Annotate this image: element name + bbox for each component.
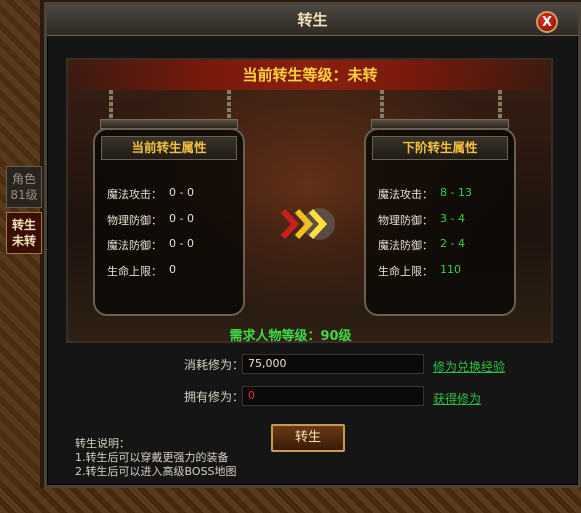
stat-label: 魔法攻击： xyxy=(378,188,433,201)
cost-value-field: 75,000 xyxy=(242,354,424,374)
next-attributes-panel: 下阶转生属性 魔法攻击： 8 - 13 物理防御： 3 - 4 魔法防御： 2 … xyxy=(364,128,516,316)
tab-character-level: 81级 xyxy=(10,188,38,202)
stat-row: 魔法攻击： 8 - 13 xyxy=(378,186,472,202)
rebirth-button[interactable]: 转生 xyxy=(271,424,345,452)
current-rebirth-level-banner: 当前转生等级：未转 xyxy=(70,60,550,90)
stat-value: 0 - 0 xyxy=(169,186,194,199)
tab-character[interactable]: 角色 81级 xyxy=(6,166,42,208)
stat-value: 8 - 13 xyxy=(440,186,472,199)
stat-row: 魔法攻击： 0 - 0 xyxy=(107,186,194,202)
game-world-background-bottom xyxy=(0,488,581,513)
close-button[interactable]: X xyxy=(536,11,558,33)
stat-label: 生命上限： xyxy=(378,265,433,278)
tab-rebirth[interactable]: 转生 未转 xyxy=(6,212,42,254)
obtain-cultivation-link[interactable]: 获得修为 xyxy=(433,390,481,407)
next-attributes-title: 下阶转生属性 xyxy=(372,136,508,160)
stat-label: 魔法防御： xyxy=(107,239,162,252)
stat-label: 生命上限： xyxy=(107,265,162,278)
window-title: 转生 xyxy=(297,11,328,29)
tab-rebirth-name: 转生 xyxy=(11,218,36,232)
stat-label: 魔法攻击： xyxy=(107,188,162,201)
stat-row: 生命上限： 110 xyxy=(378,263,461,279)
stat-label: 物理防御： xyxy=(107,214,162,227)
stat-row: 生命上限： 0 xyxy=(107,263,176,279)
window-titlebar[interactable]: 转生 xyxy=(47,5,578,36)
current-attributes-title: 当前转生属性 xyxy=(101,136,237,160)
stat-row: 物理防御： 0 - 0 xyxy=(107,212,194,228)
advance-arrows-icon xyxy=(280,208,335,240)
stat-row: 物理防御： 3 - 4 xyxy=(378,212,465,228)
stat-value: 0 - 0 xyxy=(169,237,194,250)
game-world-background xyxy=(0,0,40,513)
tab-rebirth-status: 未转 xyxy=(11,234,36,248)
current-attributes-panel: 当前转生属性 魔法攻击： 0 - 0 物理防御： 0 - 0 魔法防御： 0 -… xyxy=(93,128,245,316)
chain-right-b xyxy=(498,90,502,122)
owned-label: 拥有修为： xyxy=(184,390,245,404)
cost-label: 消耗修为： xyxy=(184,358,245,372)
notes-line: 2.转生后可以进入高级BOSS地图 xyxy=(75,465,237,478)
stat-label: 物理防御： xyxy=(378,214,433,227)
tab-character-name: 角色 xyxy=(11,172,36,186)
stat-row: 魔法防御： 2 - 4 xyxy=(378,237,465,253)
exchange-exp-link[interactable]: 修为兑换经验 xyxy=(433,358,505,375)
stat-value: 0 xyxy=(169,263,176,276)
chain-left-b xyxy=(227,90,231,122)
required-level-text: 需求人物等级：90级 xyxy=(229,329,352,344)
chain-left-a xyxy=(109,90,113,122)
stat-value: 2 - 4 xyxy=(440,237,465,250)
stat-value: 0 - 0 xyxy=(169,212,194,225)
chain-right-a xyxy=(380,90,384,122)
stat-label: 魔法防御： xyxy=(378,239,433,252)
owned-value-field: 0 xyxy=(242,386,424,406)
stat-row: 魔法防御： 0 - 0 xyxy=(107,237,194,253)
stat-value: 110 xyxy=(440,263,461,276)
stat-value: 3 - 4 xyxy=(440,212,465,225)
